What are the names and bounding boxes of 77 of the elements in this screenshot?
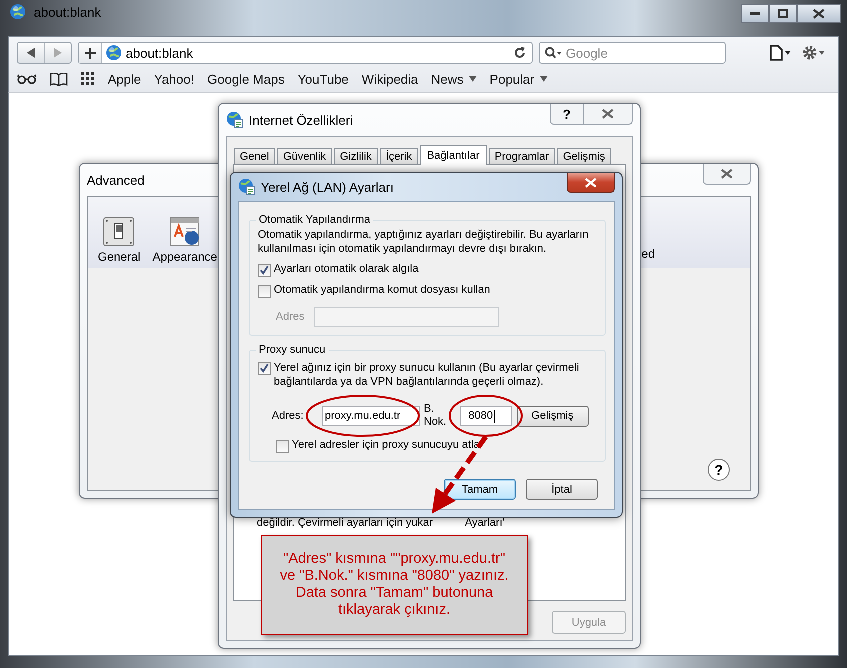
tab[interactable]: Gizlilik bbox=[334, 148, 378, 164]
plus-icon bbox=[84, 48, 96, 58]
field-label: Adres: bbox=[271, 410, 305, 422]
close-button[interactable] bbox=[567, 173, 615, 193]
group-title: Otomatik Yapılandırma bbox=[258, 214, 372, 226]
help-button[interactable]: ? bbox=[708, 459, 730, 481]
field-label: B. bbox=[424, 403, 436, 416]
window-title: about:blank bbox=[34, 5, 102, 20]
globe-document-icon bbox=[238, 178, 256, 196]
bookmark-link[interactable]: Google Maps bbox=[208, 72, 285, 86]
checkbox[interactable] bbox=[258, 285, 271, 298]
caret-icon bbox=[540, 76, 548, 82]
tab[interactable]: Programlar bbox=[488, 148, 556, 164]
window-title: Advanced bbox=[87, 172, 145, 188]
toolbar-tab[interactable]: Appearance bbox=[152, 217, 218, 264]
group-title: Proxy sunucu bbox=[258, 344, 327, 356]
dialog-title: Yerel Ağ (LAN) Ayarları bbox=[261, 180, 394, 194]
bookmark-menu[interactable]: News bbox=[431, 72, 477, 86]
forward-arrow-icon bbox=[54, 48, 62, 58]
tab[interactable]: Gelişmiş bbox=[557, 148, 612, 164]
checkbox-label: Ayarları otomatik olarak algıla bbox=[274, 263, 419, 275]
checkbox-label: Otomatik yapılandırma komut dosyası kullan bbox=[274, 284, 490, 296]
port-field[interactable]: 8080 bbox=[460, 406, 512, 426]
field-label: Nok. bbox=[424, 416, 447, 429]
bookmark-menu[interactable]: Popular bbox=[490, 72, 548, 86]
appearance-icon bbox=[170, 217, 200, 247]
reload-icon[interactable] bbox=[514, 47, 526, 59]
close-icon bbox=[585, 178, 597, 188]
description-text: Ayarları' bbox=[465, 517, 505, 529]
globe-icon bbox=[106, 45, 122, 61]
search-icon bbox=[545, 47, 563, 59]
settings-icon[interactable] bbox=[802, 45, 826, 61]
address-field[interactable]: about:blank bbox=[78, 42, 533, 64]
close-button[interactable] bbox=[703, 164, 751, 185]
switch-icon bbox=[103, 217, 136, 247]
close-icon bbox=[721, 169, 733, 179]
close-button[interactable] bbox=[797, 4, 841, 23]
browser-logo-icon bbox=[10, 4, 26, 20]
checkbox-label: Yerel ağınız için bir proxy sunucu kullanın (Bu ayarlar çevirmeli bağlantılarda ya da VPN bağlantılarında geçerli olmaz). bbox=[274, 361, 580, 389]
globe-document-icon bbox=[226, 111, 244, 129]
glasses-icon[interactable] bbox=[17, 74, 37, 84]
minimize-button[interactable] bbox=[741, 4, 769, 23]
checkbox[interactable] bbox=[258, 264, 271, 277]
tab[interactable]: Genel bbox=[234, 148, 276, 164]
back-arrow-icon bbox=[27, 48, 35, 58]
maximize-icon bbox=[778, 9, 788, 18]
instruction-text: "Adres" kısmına ""proxy.mu.edu.tr" ve "B.Nok." kısmına "8080" yazınız. Data sonra "Tamam" butonuna tıklayarak çıkınız. bbox=[280, 551, 509, 619]
toolbar-tab[interactable]: General bbox=[98, 217, 141, 264]
bookmark-link[interactable]: YouTube bbox=[298, 72, 349, 86]
close-icon bbox=[602, 109, 614, 119]
description-text: Otomatik yapılandırma, yaptığınız ayarları değiştirebilir. Bu ayarların kullanılması için otomatik yapılandırmayı devre dışı bırakın. bbox=[258, 228, 590, 256]
caret-icon bbox=[468, 76, 477, 82]
ok-button[interactable]: Tamam bbox=[444, 479, 516, 500]
proxy-address-field[interactable]: proxy.mu.edu.tr bbox=[322, 406, 420, 426]
toolbar-label: ed bbox=[642, 247, 655, 263]
help-button[interactable]: ? bbox=[550, 104, 584, 125]
page-menu-icon[interactable] bbox=[770, 45, 792, 61]
tab[interactable]: İçerik bbox=[380, 148, 418, 164]
book-icon[interactable] bbox=[50, 72, 68, 86]
checkbox[interactable] bbox=[276, 440, 289, 453]
tab[interactable]: Güvenlik bbox=[277, 148, 332, 164]
maximize-button[interactable] bbox=[769, 4, 797, 23]
close-button[interactable] bbox=[584, 104, 633, 125]
bookmark-link[interactable]: Yahoo! bbox=[154, 72, 194, 86]
bookmark-link[interactable]: Apple bbox=[108, 72, 142, 86]
advanced-button[interactable]: Gelişmiş bbox=[516, 406, 589, 426]
bookmark-link[interactable]: Wikipedia bbox=[362, 72, 418, 86]
tab[interactable]: Bağlantılar bbox=[420, 145, 487, 165]
field-label: Adres bbox=[275, 311, 306, 323]
window-title: Internet Özellikleri bbox=[249, 112, 354, 128]
minimize-icon bbox=[750, 12, 760, 16]
grid-icon[interactable] bbox=[81, 72, 95, 86]
checkbox[interactable] bbox=[258, 362, 271, 375]
description-text: değildir. Çevirmeli ayarları için yukar bbox=[257, 517, 434, 529]
search-field[interactable]: Google bbox=[539, 42, 726, 64]
close-icon bbox=[813, 8, 825, 18]
cancel-button[interactable]: İptal bbox=[526, 479, 598, 500]
